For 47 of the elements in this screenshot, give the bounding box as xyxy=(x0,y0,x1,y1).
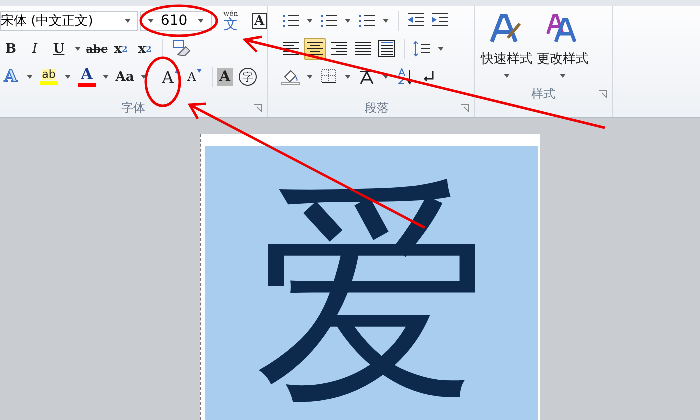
up-triangle-icon xyxy=(174,69,180,73)
caret-icon xyxy=(198,19,204,23)
dialog-launcher-icon[interactable] xyxy=(254,104,262,112)
quick-styles-button[interactable]: 快速样式 xyxy=(481,14,533,78)
group-label: 字体 xyxy=(122,100,146,116)
letter-brush-icon xyxy=(490,14,524,44)
character-border-button[interactable]: A xyxy=(252,13,267,29)
align-left-icon xyxy=(281,40,301,58)
caret-icon xyxy=(560,74,566,78)
align-justify-icon xyxy=(353,40,373,58)
border-grid-icon xyxy=(319,68,339,86)
group-label: 段落 xyxy=(365,100,389,116)
dialog-launcher-icon[interactable] xyxy=(461,104,469,112)
line-spacing-icon xyxy=(412,40,432,58)
change-styles-button[interactable]: 更改样式 xyxy=(537,14,589,78)
caret-icon xyxy=(124,19,131,23)
sort-icon xyxy=(395,68,415,86)
enclose-character-button[interactable]: 字 xyxy=(239,68,257,86)
shrink-font-button[interactable]: A xyxy=(184,66,206,88)
font-name-dropdown[interactable]: 宋体 (中文正文) xyxy=(0,11,138,31)
bold-button[interactable]: B xyxy=(0,38,22,60)
underline-button[interactable]: U xyxy=(48,38,70,60)
text-box[interactable]: 爱 xyxy=(205,146,538,420)
paint-bucket-icon xyxy=(281,68,301,86)
grow-font-button[interactable]: A xyxy=(160,66,182,88)
bullet-list-icon xyxy=(281,12,301,30)
down-triangle-icon xyxy=(197,69,202,73)
document-character: 爱 xyxy=(254,176,490,412)
align-center-icon xyxy=(305,40,325,58)
caret-icon xyxy=(504,74,510,78)
change-case-button[interactable]: Aa xyxy=(114,66,136,88)
align-right-icon xyxy=(329,40,349,58)
group-label: 样式 xyxy=(532,86,556,102)
italic-button[interactable]: I xyxy=(24,38,46,60)
character-shading-button[interactable]: A xyxy=(217,68,233,86)
multilevel-list-icon xyxy=(357,12,377,30)
align-distribute-button[interactable] xyxy=(376,38,398,60)
annotation-ellipse xyxy=(144,56,182,108)
dialog-launcher-icon[interactable] xyxy=(599,90,607,98)
strike-button[interactable]: abc xyxy=(86,38,108,60)
caret-icon xyxy=(148,19,154,23)
numbered-list-icon xyxy=(319,12,339,30)
font-color-button[interactable]: A xyxy=(76,66,98,88)
eraser-icon[interactable] xyxy=(171,40,191,58)
align-distribute-icon xyxy=(377,40,397,58)
highlight-button[interactable]: ab xyxy=(38,66,60,88)
font-size-dropdown[interactable]: 610 xyxy=(140,11,212,31)
